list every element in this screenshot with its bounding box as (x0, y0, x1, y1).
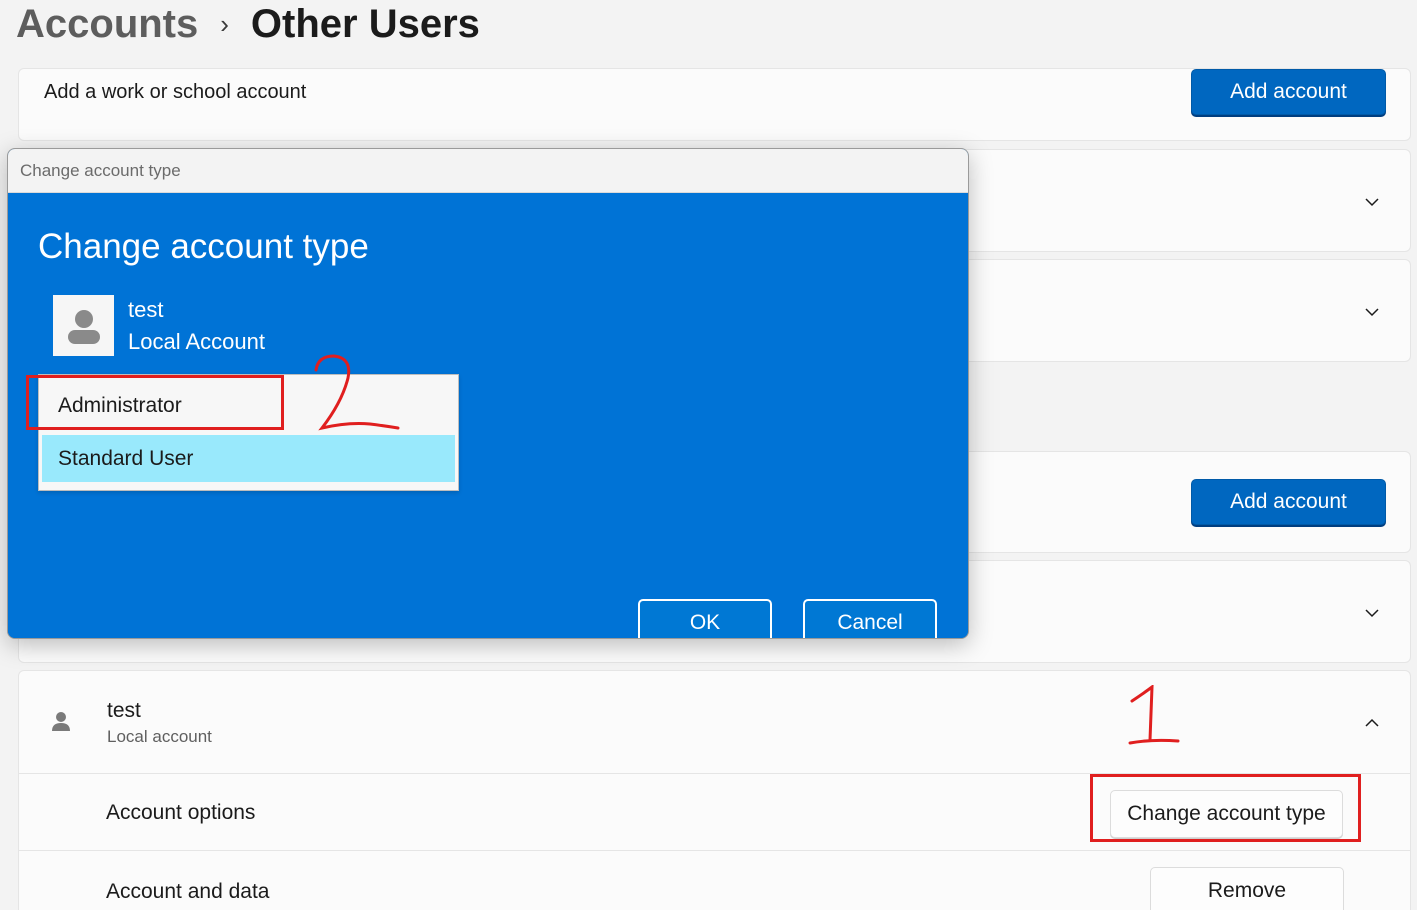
account-data-label: Account and data (106, 880, 270, 903)
remove-button[interactable]: Remove (1150, 867, 1344, 910)
work-school-label: Add a work or school account (44, 81, 307, 103)
chevron-down-icon[interactable] (1364, 605, 1380, 621)
dialog-user-type: Local Account (128, 329, 265, 354)
user-name: test (107, 699, 141, 722)
dialog-user-name: test (128, 297, 164, 322)
chevron-up-icon[interactable] (1364, 715, 1380, 731)
ok-button[interactable]: OK (638, 599, 772, 638)
dialog-titlebar[interactable]: Change account type (8, 149, 968, 193)
annotation-number-1 (1128, 685, 1180, 745)
annotation-box-1 (1090, 774, 1361, 842)
user-avatar-icon (67, 309, 100, 344)
account-options-label: Account options (106, 801, 256, 824)
add-work-account-button[interactable]: Add account (1191, 69, 1386, 115)
avatar (53, 295, 114, 356)
user-type: Local account (107, 727, 212, 746)
breadcrumb-accounts[interactable]: Accounts (16, 2, 198, 47)
user-card-test[interactable]: test Local account (18, 670, 1411, 774)
chevron-down-icon[interactable] (1364, 194, 1380, 210)
work-school-card: Add a work or school account Add account (18, 68, 1411, 141)
page-title: Other Users (250, 1, 480, 46)
annotation-box-2 (26, 375, 284, 430)
account-data-row: Account and data Remove (18, 850, 1411, 910)
breadcrumb: Accounts › Other Users (16, 0, 480, 54)
breadcrumb-separator: › (220, 8, 229, 39)
dialog-window-title: Change account type (20, 160, 181, 180)
annotation-number-2 (314, 354, 400, 431)
option-standard-user[interactable]: Standard User (42, 435, 455, 482)
user-icon (49, 709, 73, 733)
chevron-down-icon[interactable] (1364, 304, 1380, 320)
dialog-heading: Change account type (38, 227, 369, 266)
add-family-account-button[interactable]: Add account (1191, 479, 1386, 525)
cancel-button[interactable]: Cancel (803, 599, 937, 638)
